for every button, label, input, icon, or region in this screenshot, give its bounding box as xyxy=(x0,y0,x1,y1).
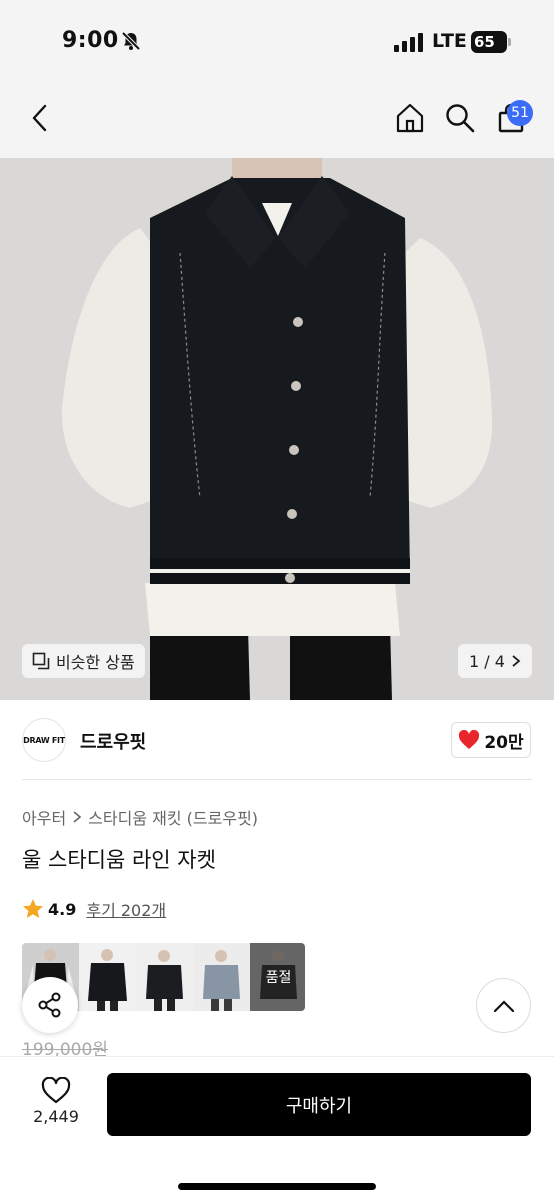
search-button[interactable] xyxy=(440,98,480,138)
brand-logo[interactable]: DRAW FIT xyxy=(22,718,66,762)
brand-name[interactable]: 드로우핏 xyxy=(80,728,146,754)
breadcrumb: 아우터 스타디움 재킷 (드로우핏) xyxy=(22,805,258,829)
wishlist-count: 2,449 xyxy=(33,1107,79,1126)
status-bar: 9:00 LTE 65 xyxy=(0,0,554,82)
product-image[interactable] xyxy=(0,158,554,700)
rating-score: 4.9 xyxy=(48,899,77,919)
home-indicator xyxy=(178,1183,376,1190)
chevron-right-icon xyxy=(73,811,82,823)
cart-count-badge: 51 xyxy=(507,100,533,126)
option-thumbnail-soldout[interactable]: 품절 xyxy=(250,943,305,1011)
brand-like-count: 20만 xyxy=(484,732,524,753)
network-label: LTE xyxy=(432,30,467,52)
star-icon xyxy=(23,899,43,918)
wishlist-button[interactable]: 2,449 xyxy=(22,1077,90,1126)
rating-row: 4.9 후기 202개 xyxy=(22,897,166,921)
image-page-counter[interactable]: 1 / 4 xyxy=(458,644,532,678)
breadcrumb-item[interactable]: 스타디움 재킷 (드로우핏) xyxy=(88,805,258,829)
brand-row: DRAW FIT 드로우핏 20만 xyxy=(0,700,554,780)
signal-icon xyxy=(394,32,424,52)
page-counter-text: 1 / 4 xyxy=(469,651,505,671)
battery-icon: 65 xyxy=(471,31,511,53)
chevron-up-icon xyxy=(493,999,514,1012)
battery-level: 65 xyxy=(471,31,507,53)
chevron-right-icon xyxy=(512,655,521,667)
review-link[interactable]: 후기 202개 xyxy=(86,897,166,921)
nav-bar xyxy=(0,82,554,158)
product-title: 울 스타디움 라인 자켓 xyxy=(22,848,216,872)
brand-like-button[interactable]: 20만 xyxy=(451,722,531,758)
home-icon xyxy=(396,103,424,133)
soldout-label: 품절 xyxy=(250,943,305,1011)
home-button[interactable] xyxy=(390,98,430,138)
status-time: 9:00 xyxy=(62,28,119,53)
option-thumbnail[interactable] xyxy=(193,943,250,1011)
heart-filled-icon xyxy=(459,730,480,749)
option-thumbnail[interactable] xyxy=(79,943,136,1011)
share-button[interactable] xyxy=(22,977,78,1033)
breadcrumb-item[interactable]: 아우터 xyxy=(22,805,66,829)
buy-button[interactable]: 구매하기 xyxy=(107,1073,531,1136)
similar-products-button[interactable]: 비슷한 상품 xyxy=(22,644,145,678)
option-thumbnail[interactable] xyxy=(136,943,193,1011)
copy-icon xyxy=(32,652,50,670)
similar-products-label: 비슷한 상품 xyxy=(56,653,135,672)
share-icon xyxy=(38,992,61,1018)
search-icon xyxy=(446,104,475,133)
bell-muted-icon xyxy=(120,30,142,52)
scroll-top-button[interactable] xyxy=(476,978,531,1033)
bottom-purchase-bar: 2,449 구매하기 xyxy=(0,1056,554,1200)
divider xyxy=(22,779,532,780)
heart-outline-icon xyxy=(41,1077,71,1104)
back-button[interactable] xyxy=(20,98,60,138)
chevron-left-icon xyxy=(32,104,47,132)
